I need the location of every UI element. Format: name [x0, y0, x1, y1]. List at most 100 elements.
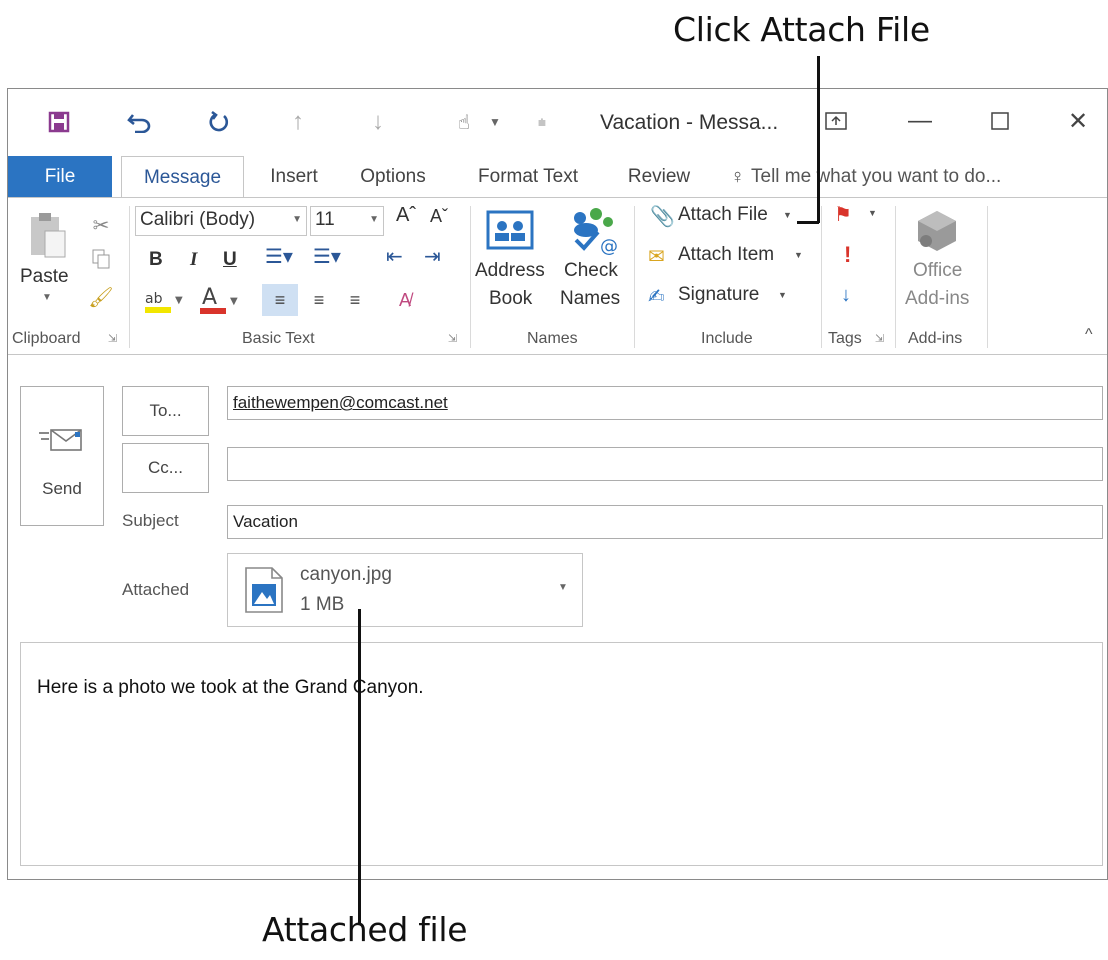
- callout-line-attach-file-tick: [797, 221, 819, 224]
- group-label-basic-text: Basic Text: [242, 330, 315, 347]
- font-name-select[interactable]: Calibri (Body) ▼: [135, 206, 307, 236]
- send-button[interactable]: Send: [20, 386, 104, 526]
- cc-field[interactable]: [227, 447, 1103, 481]
- touch-dropdown-icon[interactable]: ▼: [480, 107, 510, 137]
- address-book-icon[interactable]: [482, 206, 538, 254]
- svg-text:▼: ▼: [175, 295, 183, 306]
- clipboard-launcher-icon[interactable]: ⇲: [108, 332, 117, 345]
- office-addins-line1[interactable]: Office: [913, 260, 962, 282]
- attach-item-button[interactable]: Attach Item: [678, 244, 774, 266]
- font-size-select[interactable]: 11 ▼: [310, 206, 384, 236]
- group-label-addins: Add-ins: [908, 330, 963, 347]
- address-book-line1[interactable]: Address: [475, 260, 545, 282]
- redo-icon[interactable]: [204, 107, 234, 137]
- down-arrow-icon[interactable]: ↓: [363, 107, 393, 137]
- tab-options[interactable]: Options: [348, 156, 438, 198]
- align-right-icon[interactable]: ≡: [340, 284, 370, 316]
- signature-icon: ✍: [648, 286, 665, 308]
- maximize-icon[interactable]: [980, 103, 1020, 139]
- decrease-indent-icon[interactable]: ⇤: [386, 244, 403, 269]
- send-envelope-icon: [37, 427, 85, 460]
- customize-qat-icon[interactable]: ⩧: [527, 107, 557, 137]
- to-field[interactable]: faithewempen@comcast.net: [227, 386, 1103, 420]
- signature-button[interactable]: Signature: [678, 284, 759, 306]
- minimize-icon[interactable]: —: [900, 103, 940, 139]
- attach-file-dropdown-icon[interactable]: ▼: [783, 210, 792, 220]
- group-label-include: Include: [701, 330, 753, 347]
- font-size-value: 11: [315, 209, 335, 230]
- address-book-line2[interactable]: Book: [489, 288, 532, 310]
- attach-item-icon: ✉: [648, 246, 665, 268]
- svg-text:▼: ▼: [230, 296, 238, 307]
- attachment-dropdown-icon[interactable]: ▼: [558, 582, 568, 593]
- signature-dropdown-icon[interactable]: ▼: [778, 290, 787, 300]
- attachment-name: canyon.jpg: [300, 564, 392, 585]
- tell-me-box[interactable]: ♀ Tell me what you want to do...: [730, 156, 1060, 198]
- tab-review[interactable]: Review: [614, 156, 704, 198]
- paste-button[interactable]: Paste: [20, 266, 69, 288]
- separator: [821, 206, 822, 348]
- tab-message[interactable]: Message: [121, 156, 244, 199]
- message-body[interactable]: Here is a photo we took at the Grand Can…: [20, 642, 1103, 866]
- svg-text:@: @: [600, 236, 618, 256]
- low-importance-icon[interactable]: ↓: [841, 284, 851, 307]
- attach-item-dropdown-icon[interactable]: ▼: [794, 250, 803, 260]
- clear-formatting-icon[interactable]: A̸: [390, 284, 420, 316]
- tab-file[interactable]: File: [8, 156, 112, 198]
- paste-icon[interactable]: [22, 210, 72, 262]
- follow-up-flag-icon[interactable]: ⚑: [834, 202, 852, 227]
- collapse-ribbon-icon[interactable]: ^: [1085, 326, 1093, 344]
- high-importance-icon[interactable]: !: [844, 242, 851, 268]
- paste-dropdown-icon[interactable]: ▼: [42, 292, 52, 303]
- separator: [895, 206, 896, 348]
- bullets-icon[interactable]: ☰▾: [265, 244, 293, 269]
- close-icon[interactable]: ✕: [1058, 103, 1098, 139]
- tab-insert[interactable]: Insert: [256, 156, 332, 198]
- office-addins-line2[interactable]: Add-ins: [905, 288, 969, 310]
- align-left-icon[interactable]: ≡: [262, 284, 298, 316]
- svg-text:ab: ab: [145, 291, 163, 307]
- numbering-icon[interactable]: ☰▾: [313, 244, 341, 269]
- check-names-icon[interactable]: @: [564, 204, 620, 258]
- attachment-size: 1 MB: [300, 594, 345, 615]
- send-label: Send: [42, 479, 82, 498]
- font-color-icon[interactable]: A ▼: [198, 284, 244, 316]
- to-button[interactable]: To...: [122, 386, 209, 436]
- window-title: Vacation - Messa...: [600, 111, 779, 134]
- cc-button[interactable]: Cc...: [122, 443, 209, 493]
- to-recipient[interactable]: faithewempen@comcast.net: [233, 393, 448, 413]
- paperclip-icon: 📎: [650, 206, 675, 228]
- align-center-icon[interactable]: ≡: [304, 284, 334, 316]
- increase-indent-icon[interactable]: ⇥: [424, 244, 441, 269]
- italic-button[interactable]: I: [190, 249, 197, 271]
- save-icon[interactable]: [44, 107, 74, 137]
- grow-font-icon[interactable]: Aˆ: [396, 204, 416, 227]
- tab-format-text[interactable]: Format Text: [463, 156, 593, 198]
- ribbon-display-options-icon[interactable]: [816, 103, 856, 139]
- group-label-clipboard: Clipboard: [12, 330, 81, 347]
- callout-attach-file: Click Attach File: [673, 10, 930, 49]
- attachment-item[interactable]: canyon.jpg 1 MB ▼: [227, 553, 583, 627]
- separator: [470, 206, 471, 348]
- up-arrow-icon[interactable]: ↑: [283, 107, 313, 137]
- copy-icon[interactable]: [88, 246, 114, 272]
- flag-dropdown-icon[interactable]: ▼: [868, 208, 877, 218]
- check-names-line1[interactable]: Check: [564, 260, 618, 282]
- tell-me-text: Tell me what you want to do...: [751, 166, 1002, 187]
- cut-icon[interactable]: ✂: [88, 212, 114, 238]
- undo-icon[interactable]: [125, 107, 155, 137]
- bold-button[interactable]: B: [149, 249, 163, 271]
- format-painter-icon[interactable]: 🖌: [88, 284, 114, 310]
- basic-text-launcher-icon[interactable]: ⇲: [448, 332, 457, 345]
- subject-field[interactable]: Vacation: [227, 505, 1103, 539]
- shrink-font-icon[interactable]: Aˇ: [430, 206, 448, 227]
- touch-mode-icon[interactable]: ☝: [449, 107, 479, 137]
- office-addins-icon[interactable]: [914, 208, 960, 254]
- check-names-line2[interactable]: Names: [560, 288, 620, 310]
- underline-button[interactable]: U: [223, 249, 237, 271]
- group-label-names: Names: [527, 330, 578, 347]
- tags-launcher-icon[interactable]: ⇲: [875, 332, 884, 345]
- font-name-value: Calibri (Body): [140, 209, 256, 230]
- attach-file-button[interactable]: Attach File: [678, 204, 768, 226]
- highlight-color-icon[interactable]: ab ▼: [143, 286, 189, 316]
